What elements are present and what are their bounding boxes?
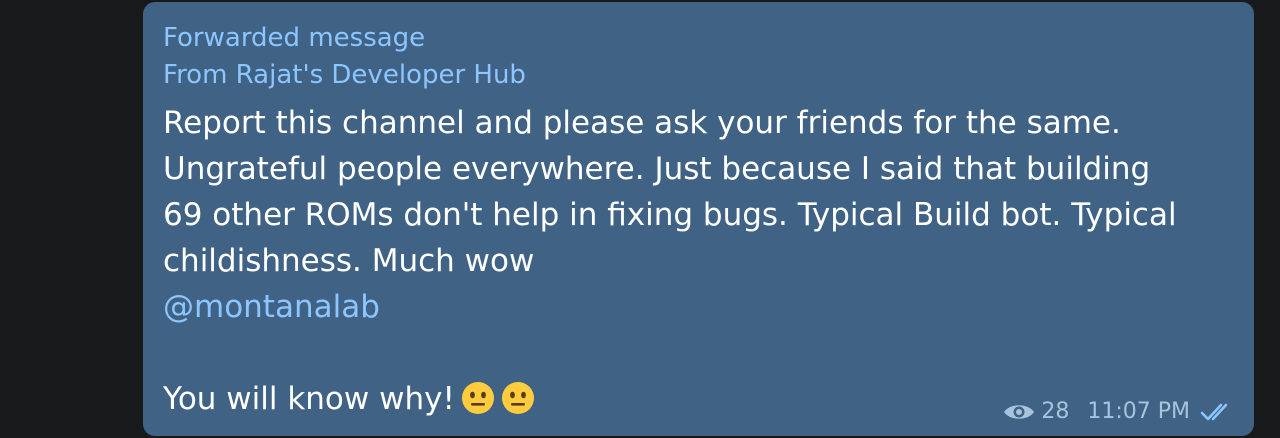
closing-text: You will know why!	[163, 381, 455, 417]
message-line: Report this channel and please ask your …	[163, 105, 1121, 141]
message-meta: 28 11:07 PM	[1003, 399, 1236, 424]
message-line: childishness. Much wow	[163, 243, 535, 279]
neutral-face-emoji	[501, 382, 534, 414]
message-text: Report this channel and please ask your …	[163, 100, 1230, 422]
neutral-face-emoji	[461, 382, 494, 414]
view-count: 28	[1041, 399, 1070, 424]
forwarded-from-link[interactable]: From Rajat's Developer Hub	[163, 57, 1230, 94]
message-time: 11:07 PM	[1087, 399, 1190, 424]
forwarded-label: Forwarded message	[163, 23, 426, 53]
double-check-icon	[1200, 403, 1228, 420]
message-line: Ungrateful people everywhere. Just becau…	[163, 151, 1151, 187]
mention-link[interactable]: @montanalab	[163, 284, 1230, 330]
eye-icon	[1004, 404, 1035, 419]
message-bubble[interactable]: Forwarded message From Rajat's Developer…	[143, 2, 1254, 436]
message-line: 69 other ROMs don't help in fixing bugs.…	[163, 197, 1177, 233]
chat-area: Forwarded message From Rajat's Developer…	[0, 0, 1280, 438]
